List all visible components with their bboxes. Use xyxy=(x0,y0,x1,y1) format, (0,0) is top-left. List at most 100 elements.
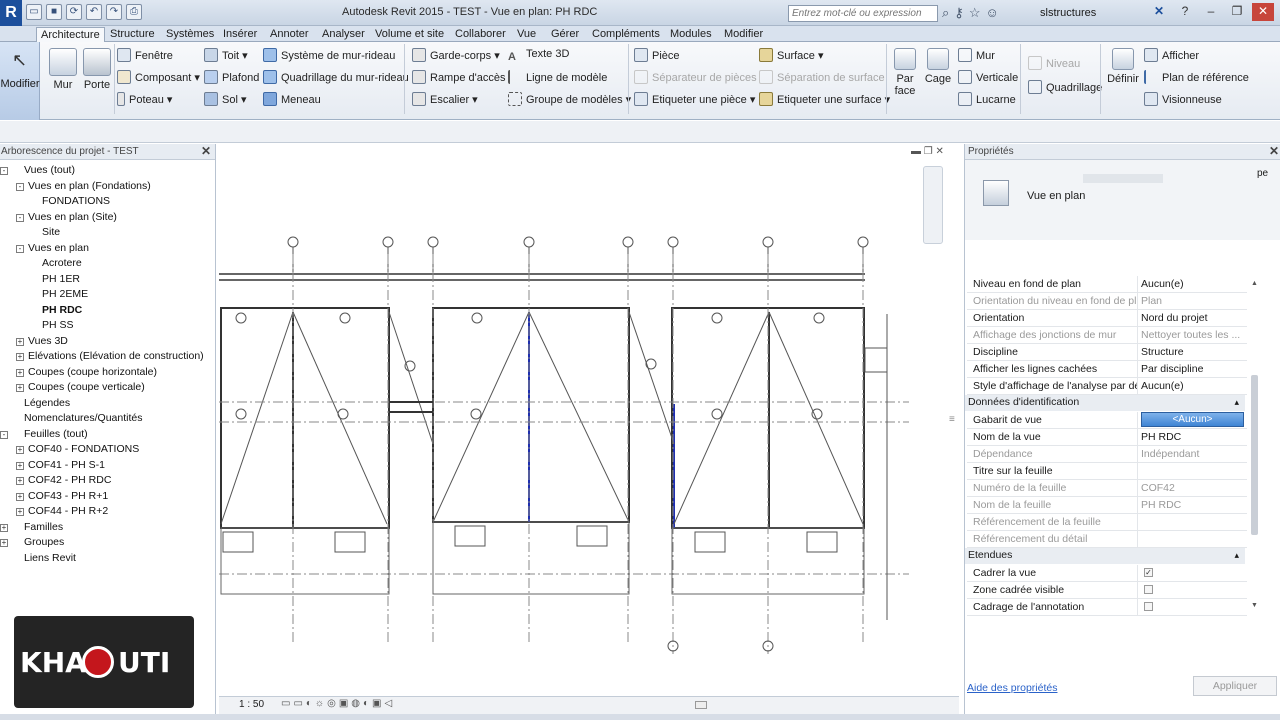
separateur-pieces-button[interactable]: Séparateur de pièces xyxy=(634,70,757,84)
column-symbol[interactable] xyxy=(645,358,657,370)
column-symbol[interactable] xyxy=(235,312,247,324)
undo-icon[interactable]: ↶ xyxy=(86,4,102,20)
tree-item[interactable]: FONDATIONS xyxy=(42,195,110,207)
tree-toggle[interactable]: - xyxy=(16,244,24,253)
close-button[interactable]: ✕ xyxy=(1252,3,1274,21)
drawing-area[interactable]: ▬ ❐ ✕ ≡ xyxy=(219,144,959,714)
tree-toggle[interactable]: - xyxy=(0,430,8,439)
view-scale[interactable]: 1 : 50 xyxy=(239,699,264,710)
cage-button[interactable]: Cage xyxy=(922,48,954,85)
tree-item[interactable]: COF44 - PH R+2 xyxy=(28,505,108,517)
view-control-icons[interactable]: ▭▭◐☼◎▣◍◐▣◁ xyxy=(281,698,395,709)
close-icon[interactable]: ✕ xyxy=(1269,144,1279,159)
column-symbol[interactable] xyxy=(471,312,483,324)
property-row[interactable]: Nom de la vue PH RDC xyxy=(967,429,1247,446)
column-symbol[interactable] xyxy=(337,408,349,420)
niveau-button[interactable]: Niveau xyxy=(1028,56,1080,70)
property-checkbox[interactable] xyxy=(1144,602,1153,611)
property-value[interactable]: Nettoyer toutes les ... xyxy=(1141,329,1245,341)
tree-toggle[interactable]: - xyxy=(16,213,24,222)
property-row[interactable]: Numéro de la feuille COF42 xyxy=(967,480,1247,497)
property-value[interactable]: PH RDC xyxy=(1141,499,1245,511)
tree-item[interactable]: Feuilles (tout) xyxy=(24,428,88,440)
property-row[interactable]: Référencement du détail xyxy=(967,531,1247,548)
property-row[interactable]: Orientation Nord du projet xyxy=(967,310,1247,327)
tree-item[interactable]: COF42 - PH RDC xyxy=(28,474,111,486)
garde-corps-button[interactable]: Garde-corps ▾ xyxy=(412,48,500,62)
quadrillage-button[interactable]: Quadrillage xyxy=(1028,80,1102,94)
column-symbol[interactable] xyxy=(235,408,247,420)
tree-item[interactable]: COF43 - PH R+1 xyxy=(28,490,108,502)
etiqueter-piece-button[interactable]: Etiqueter une pièce ▾ xyxy=(634,92,755,106)
property-row[interactable]: Nom de la feuille PH RDC xyxy=(967,497,1247,514)
help-icon[interactable]: ? xyxy=(1174,3,1196,21)
tree-item[interactable]: Acrotere xyxy=(42,257,82,269)
quadrillage-mur-rideau-button[interactable]: Quadrillage du mur-rideau xyxy=(263,70,409,84)
property-value[interactable]: PH RDC xyxy=(1141,431,1245,443)
etiqueter-surface-button[interactable]: Etiqueter une surface ▾ xyxy=(759,92,890,106)
exchange-icon[interactable]: ✕ xyxy=(1148,3,1170,21)
mur-ouverture-button[interactable]: Mur xyxy=(958,48,995,62)
property-row[interactable]: Style d'affichage de l'analyse par dé...… xyxy=(967,378,1247,395)
tab-architecture[interactable]: Architecture xyxy=(36,27,105,42)
property-value[interactable]: Par discipline xyxy=(1141,363,1245,375)
property-row[interactable]: Dépendance Indépendant xyxy=(967,446,1247,463)
verticale-button[interactable]: Verticale xyxy=(958,70,1018,84)
user-icon[interactable]: ☺ xyxy=(985,5,998,21)
tree-item[interactable]: Familles xyxy=(24,521,63,533)
grid-bubble[interactable] xyxy=(622,236,634,248)
par-face-button[interactable]: Par face xyxy=(890,48,920,97)
tree-item[interactable]: Coupes (coupe verticale) xyxy=(28,381,145,393)
tree-item[interactable]: Nomenclatures/Quantités xyxy=(24,412,142,424)
mur-button[interactable]: Mur xyxy=(46,48,80,91)
property-row[interactable]: Zone cadrée visible xyxy=(967,582,1247,599)
composant-button[interactable]: Composant ▾ xyxy=(117,70,200,84)
tree-item[interactable]: Vues en plan xyxy=(28,242,89,254)
property-checkbox[interactable]: ✓ xyxy=(1144,568,1153,577)
tab-annoter[interactable]: Annoter xyxy=(266,27,313,42)
texte-3d-button[interactable]: A Texte 3D xyxy=(508,48,569,65)
visionneuse-button[interactable]: Visionneuse xyxy=(1144,92,1222,106)
property-value[interactable]: Aucun(e) xyxy=(1141,278,1245,290)
tree-item[interactable]: COF40 - FONDATIONS xyxy=(28,443,139,455)
property-value[interactable]: Nord du projet xyxy=(1141,312,1245,324)
tree-item[interactable]: PH RDC xyxy=(42,304,82,316)
column-symbol[interactable] xyxy=(711,312,723,324)
property-section-header[interactable]: Données d'identification ▴ xyxy=(965,395,1245,411)
fenetre-button[interactable]: Fenêtre xyxy=(117,48,173,62)
properties-scrollbar[interactable]: ▲ ▼ xyxy=(1251,280,1259,610)
search-input[interactable] xyxy=(788,5,938,22)
plafond-button[interactable]: Plafond xyxy=(204,70,259,84)
property-row[interactable]: Discipline Structure xyxy=(967,344,1247,361)
modifier-button[interactable]: ↖ Modifier xyxy=(0,42,40,120)
groupe-modeles-button[interactable]: Groupe de modèles ▾ xyxy=(508,92,631,106)
grid-bubble[interactable] xyxy=(762,236,774,248)
properties-help-link[interactable]: Aide des propriétés xyxy=(967,682,1057,694)
redo-icon[interactable]: ↷ xyxy=(106,4,122,20)
tree-item[interactable]: Vues en plan (Site) xyxy=(28,211,117,223)
property-value[interactable]: Indépendant xyxy=(1141,448,1245,460)
tab-gerer[interactable]: Gérer xyxy=(547,27,583,42)
property-value[interactable]: Structure xyxy=(1141,346,1245,358)
tree-item[interactable]: Site xyxy=(42,226,60,238)
tree-item[interactable]: Elévations (Elévation de construction) xyxy=(28,350,204,362)
property-row[interactable]: Référencement de la feuille xyxy=(967,514,1247,531)
close-icon[interactable]: ✕ xyxy=(201,144,211,159)
tree-toggle[interactable]: + xyxy=(16,477,24,485)
ligne-modele-button[interactable]: Ligne de modèle xyxy=(508,70,607,84)
view-template-button[interactable]: <Aucun> xyxy=(1141,412,1244,427)
tree-item[interactable]: Vues en plan (Fondations) xyxy=(28,180,151,192)
sol-button[interactable]: Sol ▾ xyxy=(204,92,246,106)
escalier-button[interactable]: Escalier ▾ xyxy=(412,92,478,106)
column-symbol[interactable] xyxy=(470,408,482,420)
poteau-button[interactable]: Poteau ▾ xyxy=(117,92,172,106)
property-row[interactable]: Niveau en fond de plan Aucun(e) xyxy=(967,276,1247,293)
meneau-button[interactable]: Meneau xyxy=(263,92,321,106)
piece-button[interactable]: Pièce xyxy=(634,48,680,62)
column-symbol[interactable] xyxy=(711,408,723,420)
property-checkbox[interactable] xyxy=(1144,585,1153,594)
tree-toggle[interactable]: + xyxy=(16,461,24,470)
afficher-button[interactable]: Afficher xyxy=(1144,48,1199,62)
column-symbol[interactable] xyxy=(811,408,823,420)
definir-button[interactable]: Définir xyxy=(1104,48,1142,85)
